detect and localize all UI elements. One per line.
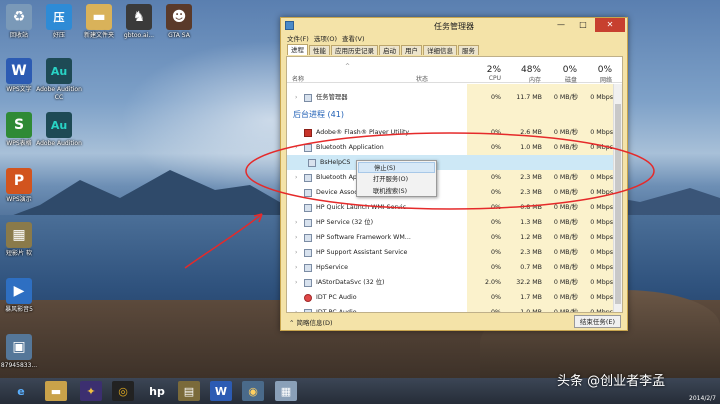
system-tray: 2014/2/7 <box>689 378 716 404</box>
clock-date[interactable]: 2014/2/7 <box>689 395 716 402</box>
wps-writer-taskbar-icon[interactable]: W <box>210 381 232 401</box>
file-explorer-icon[interactable]: ▬ <box>45 381 67 401</box>
task-manager-taskbar-icon[interactable]: ▦ <box>275 381 297 401</box>
watermark: 头条 @创业者李孟 <box>557 374 666 389</box>
ie-icon[interactable]: e <box>10 381 32 401</box>
red-annotation <box>184 132 655 269</box>
media-app-icon[interactable]: ✦ <box>80 381 102 401</box>
hp-icon[interactable]: hp <box>146 381 168 401</box>
video-app-icon[interactable]: ▤ <box>178 381 200 401</box>
app-taskbar-icon[interactable]: ◉ <box>242 381 264 401</box>
music-app-icon[interactable]: ◎ <box>112 381 134 401</box>
